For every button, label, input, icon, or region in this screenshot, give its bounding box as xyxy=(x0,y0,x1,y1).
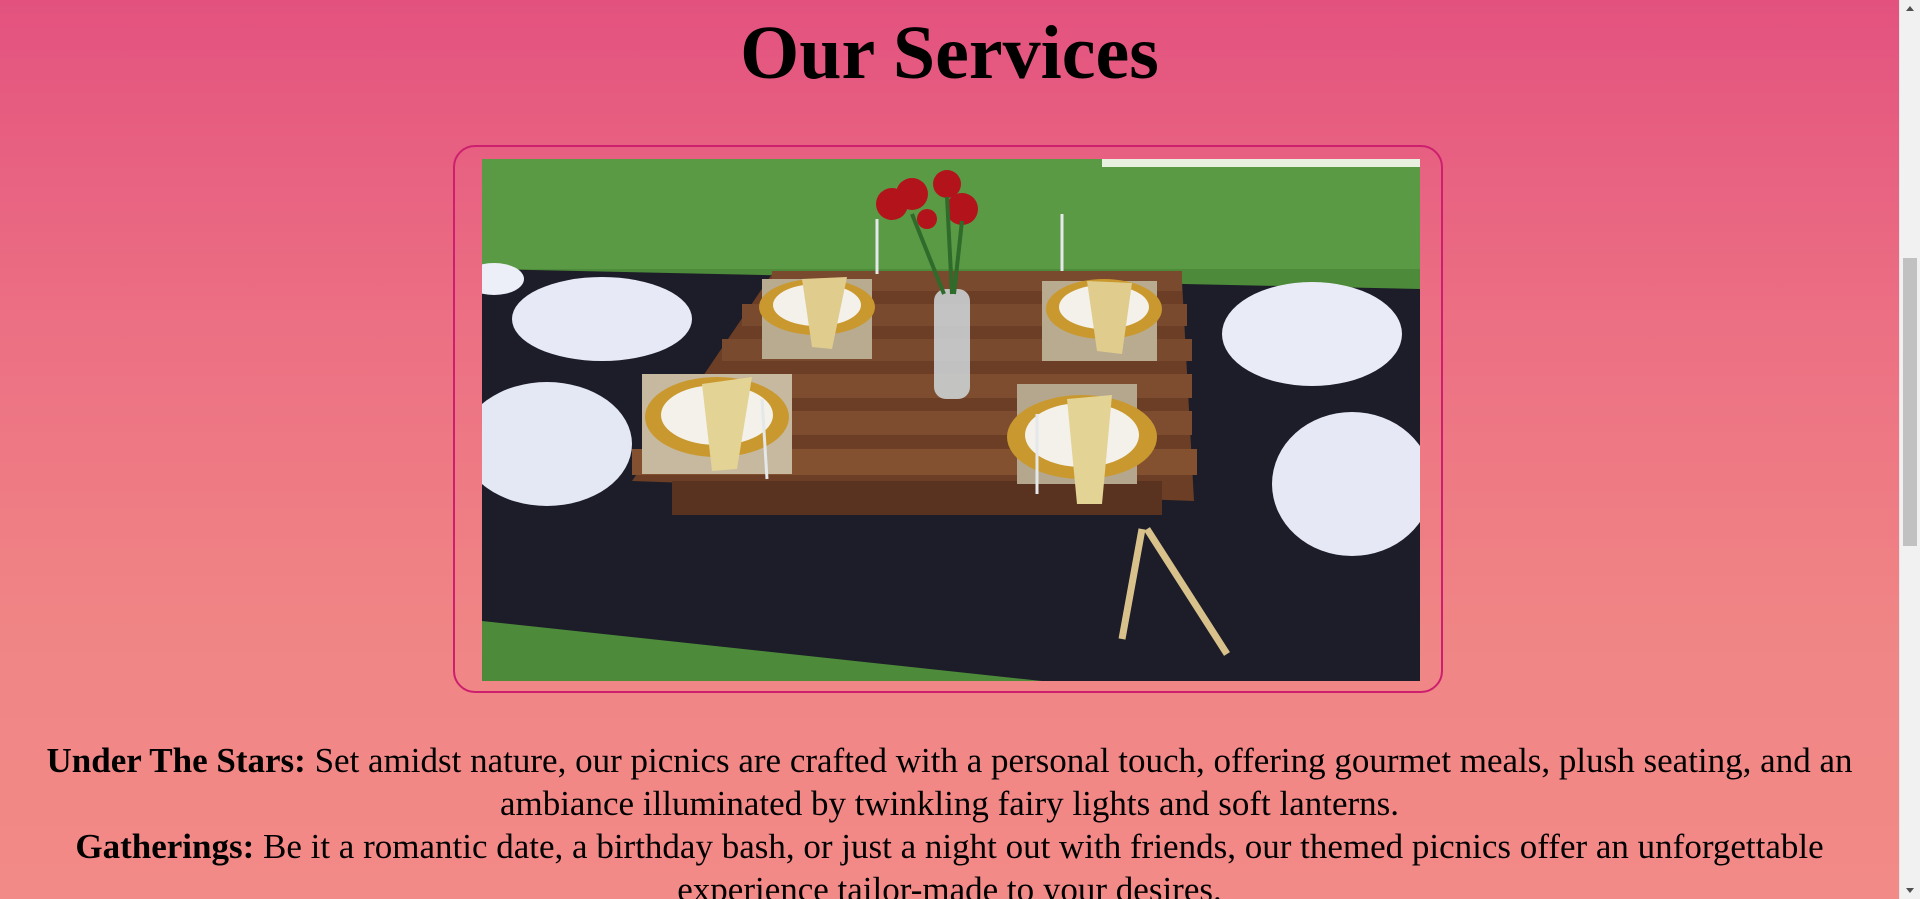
services-description: Under The Stars: Set amidst nature, our … xyxy=(0,739,1899,899)
service-name: Under The Stars: xyxy=(46,741,306,780)
service-text: Be it a romantic date, a birthday bash, … xyxy=(254,827,1824,899)
scrollbar-thumb[interactable] xyxy=(1903,258,1917,546)
service-text: Set amidst nature, our picnics are craft… xyxy=(305,741,1853,823)
vertical-scrollbar[interactable] xyxy=(1899,0,1920,899)
service-under-the-stars: Under The Stars: Set amidst nature, our … xyxy=(0,739,1899,825)
service-image xyxy=(482,159,1420,681)
scroll-up-arrow-icon[interactable] xyxy=(1900,0,1920,17)
service-gatherings: Gatherings: Be it a romantic date, a bir… xyxy=(0,825,1899,899)
page-viewport: Our Services Under The Stars: Set amidst… xyxy=(0,0,1899,899)
service-image-frame xyxy=(453,145,1443,693)
service-name: Gatherings: xyxy=(75,827,255,866)
page-title: Our Services xyxy=(740,11,1159,95)
scroll-down-arrow-icon[interactable] xyxy=(1900,882,1920,899)
